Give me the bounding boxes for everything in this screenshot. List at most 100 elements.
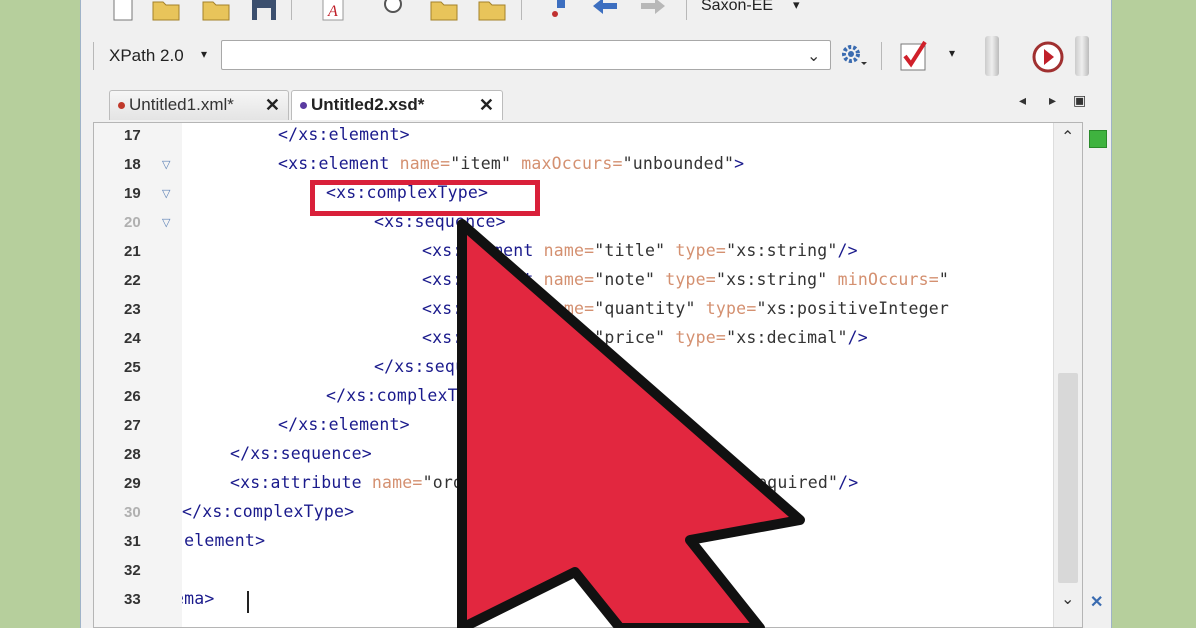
code-line[interactable]: <xs:element name="item" maxOccurs="unbou… (278, 154, 744, 173)
transform-icon[interactable]: A (319, 0, 349, 24)
line-number: 33 (124, 591, 141, 608)
code-line[interactable]: <xs:element name="quantity" type="xs:pos… (422, 299, 949, 318)
tab-untitled1[interactable]: Untitled1.xml* ✕ (109, 90, 289, 120)
xpath-input[interactable] (221, 40, 831, 70)
code-token: "item" (450, 154, 512, 173)
code-token: <xs:element (422, 241, 544, 260)
find-icon[interactable] (379, 0, 409, 24)
fold-toggle-icon[interactable]: ▽ (162, 158, 170, 171)
validate-icon[interactable] (897, 40, 933, 72)
tab-next-icon[interactable]: ▸ (1049, 92, 1056, 109)
code-line[interactable]: </xs:complexType> (182, 502, 354, 521)
code-line[interactable]: </xs:sequence> (230, 444, 372, 463)
xpath-toolbar: XPath 2.0 ▾ ⌄ ▾ (81, 36, 1111, 80)
code-token: <xs:element (422, 328, 544, 347)
code-token: "price" (594, 328, 666, 347)
code-line[interactable]: </xs:complexType> (326, 386, 498, 405)
new-file-icon[interactable] (109, 0, 139, 24)
close-icon[interactable]: ✕ (479, 91, 494, 119)
line-number: 26 (124, 388, 141, 405)
code-line[interactable]: <xs:attribute name="orderid" type="xs:st… (230, 473, 858, 492)
forward-arrow-icon[interactable] (637, 0, 667, 24)
chevron-down-icon[interactable]: ▾ (793, 0, 800, 13)
code-token: type (523, 473, 565, 492)
line-number: 28 (124, 446, 141, 463)
code-token: </xs:sequence> (230, 444, 372, 463)
line-number: 27 (124, 417, 141, 434)
editor-tabs: Untitled1.xml* ✕ Untitled2.xsd* ✕ (81, 88, 1111, 122)
scroll-down-icon[interactable]: ⌄ (1061, 589, 1074, 609)
code-token: " (938, 270, 950, 289)
scrollbar-thumb[interactable] (1058, 373, 1078, 583)
code-token: = (584, 270, 595, 289)
toolbar-separator (881, 42, 882, 70)
tab-prev-icon[interactable]: ◂ (1019, 92, 1026, 109)
modified-dot (118, 102, 125, 110)
gear-icon[interactable] (839, 42, 869, 70)
code-line[interactable]: <xs:element name="price" type="xs:decima… (422, 328, 868, 347)
tab-menu-icon[interactable]: ▣ (1073, 92, 1086, 109)
code-token: "unbounded" (622, 154, 735, 173)
toolbar-grip (93, 42, 94, 70)
code-token: = (746, 299, 757, 318)
chevron-down-icon[interactable]: ▾ (949, 46, 955, 60)
text-caret (247, 591, 249, 613)
line-number: 22 (124, 272, 141, 289)
code-token: <xs:element (422, 299, 544, 318)
open-folder-icon[interactable] (151, 0, 181, 24)
find-replace-icon[interactable] (429, 0, 459, 24)
back-arrow-icon[interactable] (591, 0, 621, 24)
validation-ok-icon[interactable] (1089, 130, 1107, 148)
open-folder-icon[interactable] (477, 0, 507, 24)
code-token: "quantity" (594, 299, 696, 318)
code-token: = (715, 241, 727, 260)
toolbar-separator (521, 0, 522, 20)
run-icon[interactable] (1031, 40, 1065, 74)
line-number: 31 (124, 533, 141, 550)
code-line[interactable]: </xs:element> (278, 125, 410, 144)
code-token: = (440, 154, 451, 173)
code-editor[interactable]: 17 18 ▽ 19 ▽ 20 ▽ 21 22 23 24 25 26 27 28 29 30 31 32 33 </… (93, 122, 1083, 628)
pin-icon[interactable] (545, 0, 575, 24)
code-line[interactable]: ema> (182, 589, 215, 608)
xpath-version-select[interactable]: XPath 2.0 (109, 46, 184, 66)
code-token: "xs:decimal" (726, 328, 848, 347)
code-token: "xs:string" (715, 270, 828, 289)
code-line[interactable]: :element> (182, 531, 265, 550)
close-icon[interactable]: ✕ (1090, 592, 1103, 612)
code-token: </xs:complexType> (326, 386, 499, 405)
validation-strip: ✕ (1083, 122, 1111, 628)
code-token: = (412, 473, 423, 492)
line-number: 29 (124, 475, 141, 492)
code-token: minOccurs (837, 270, 929, 289)
code-line[interactable]: </xs:sequence> (374, 357, 516, 376)
toolbar-separator (291, 0, 292, 20)
code-token: </xs:element> (278, 125, 410, 144)
open-folder-icon[interactable] (201, 0, 231, 24)
engine-select[interactable]: Saxon-EE (701, 0, 773, 15)
chevron-down-icon[interactable]: ⌄ (807, 46, 820, 66)
close-icon[interactable]: ✕ (265, 91, 280, 119)
code-token: <xs:attribute (230, 473, 372, 492)
code-token: = (612, 154, 623, 173)
tab-untitled2[interactable]: Untitled2.xsd* ✕ (291, 90, 503, 120)
code-token: "note" (594, 270, 656, 289)
code-token: = (584, 328, 595, 347)
chevron-down-icon[interactable]: ▾ (201, 47, 207, 61)
code-line[interactable]: <xs:element name="title" type="xs:string… (422, 241, 858, 260)
fold-toggle-icon[interactable]: ▽ (162, 216, 170, 229)
code-token: = (715, 328, 727, 347)
save-icon[interactable] (249, 0, 279, 24)
fold-toggle-icon[interactable]: ▽ (162, 187, 170, 200)
code-token: = (705, 270, 716, 289)
scroll-up-icon[interactable]: ⌃ (1061, 127, 1074, 147)
tab-label: Untitled2.xsd* (311, 95, 425, 114)
code-line[interactable]: </xs:element> (278, 415, 410, 434)
vertical-scrollbar[interactable]: ⌃ ⌄ (1053, 123, 1082, 627)
code-token: type (705, 299, 747, 318)
code-line[interactable]: <xs:element name="note" type="xs:string"… (422, 270, 949, 289)
code-token: "xs:positiveInteger (756, 299, 950, 318)
